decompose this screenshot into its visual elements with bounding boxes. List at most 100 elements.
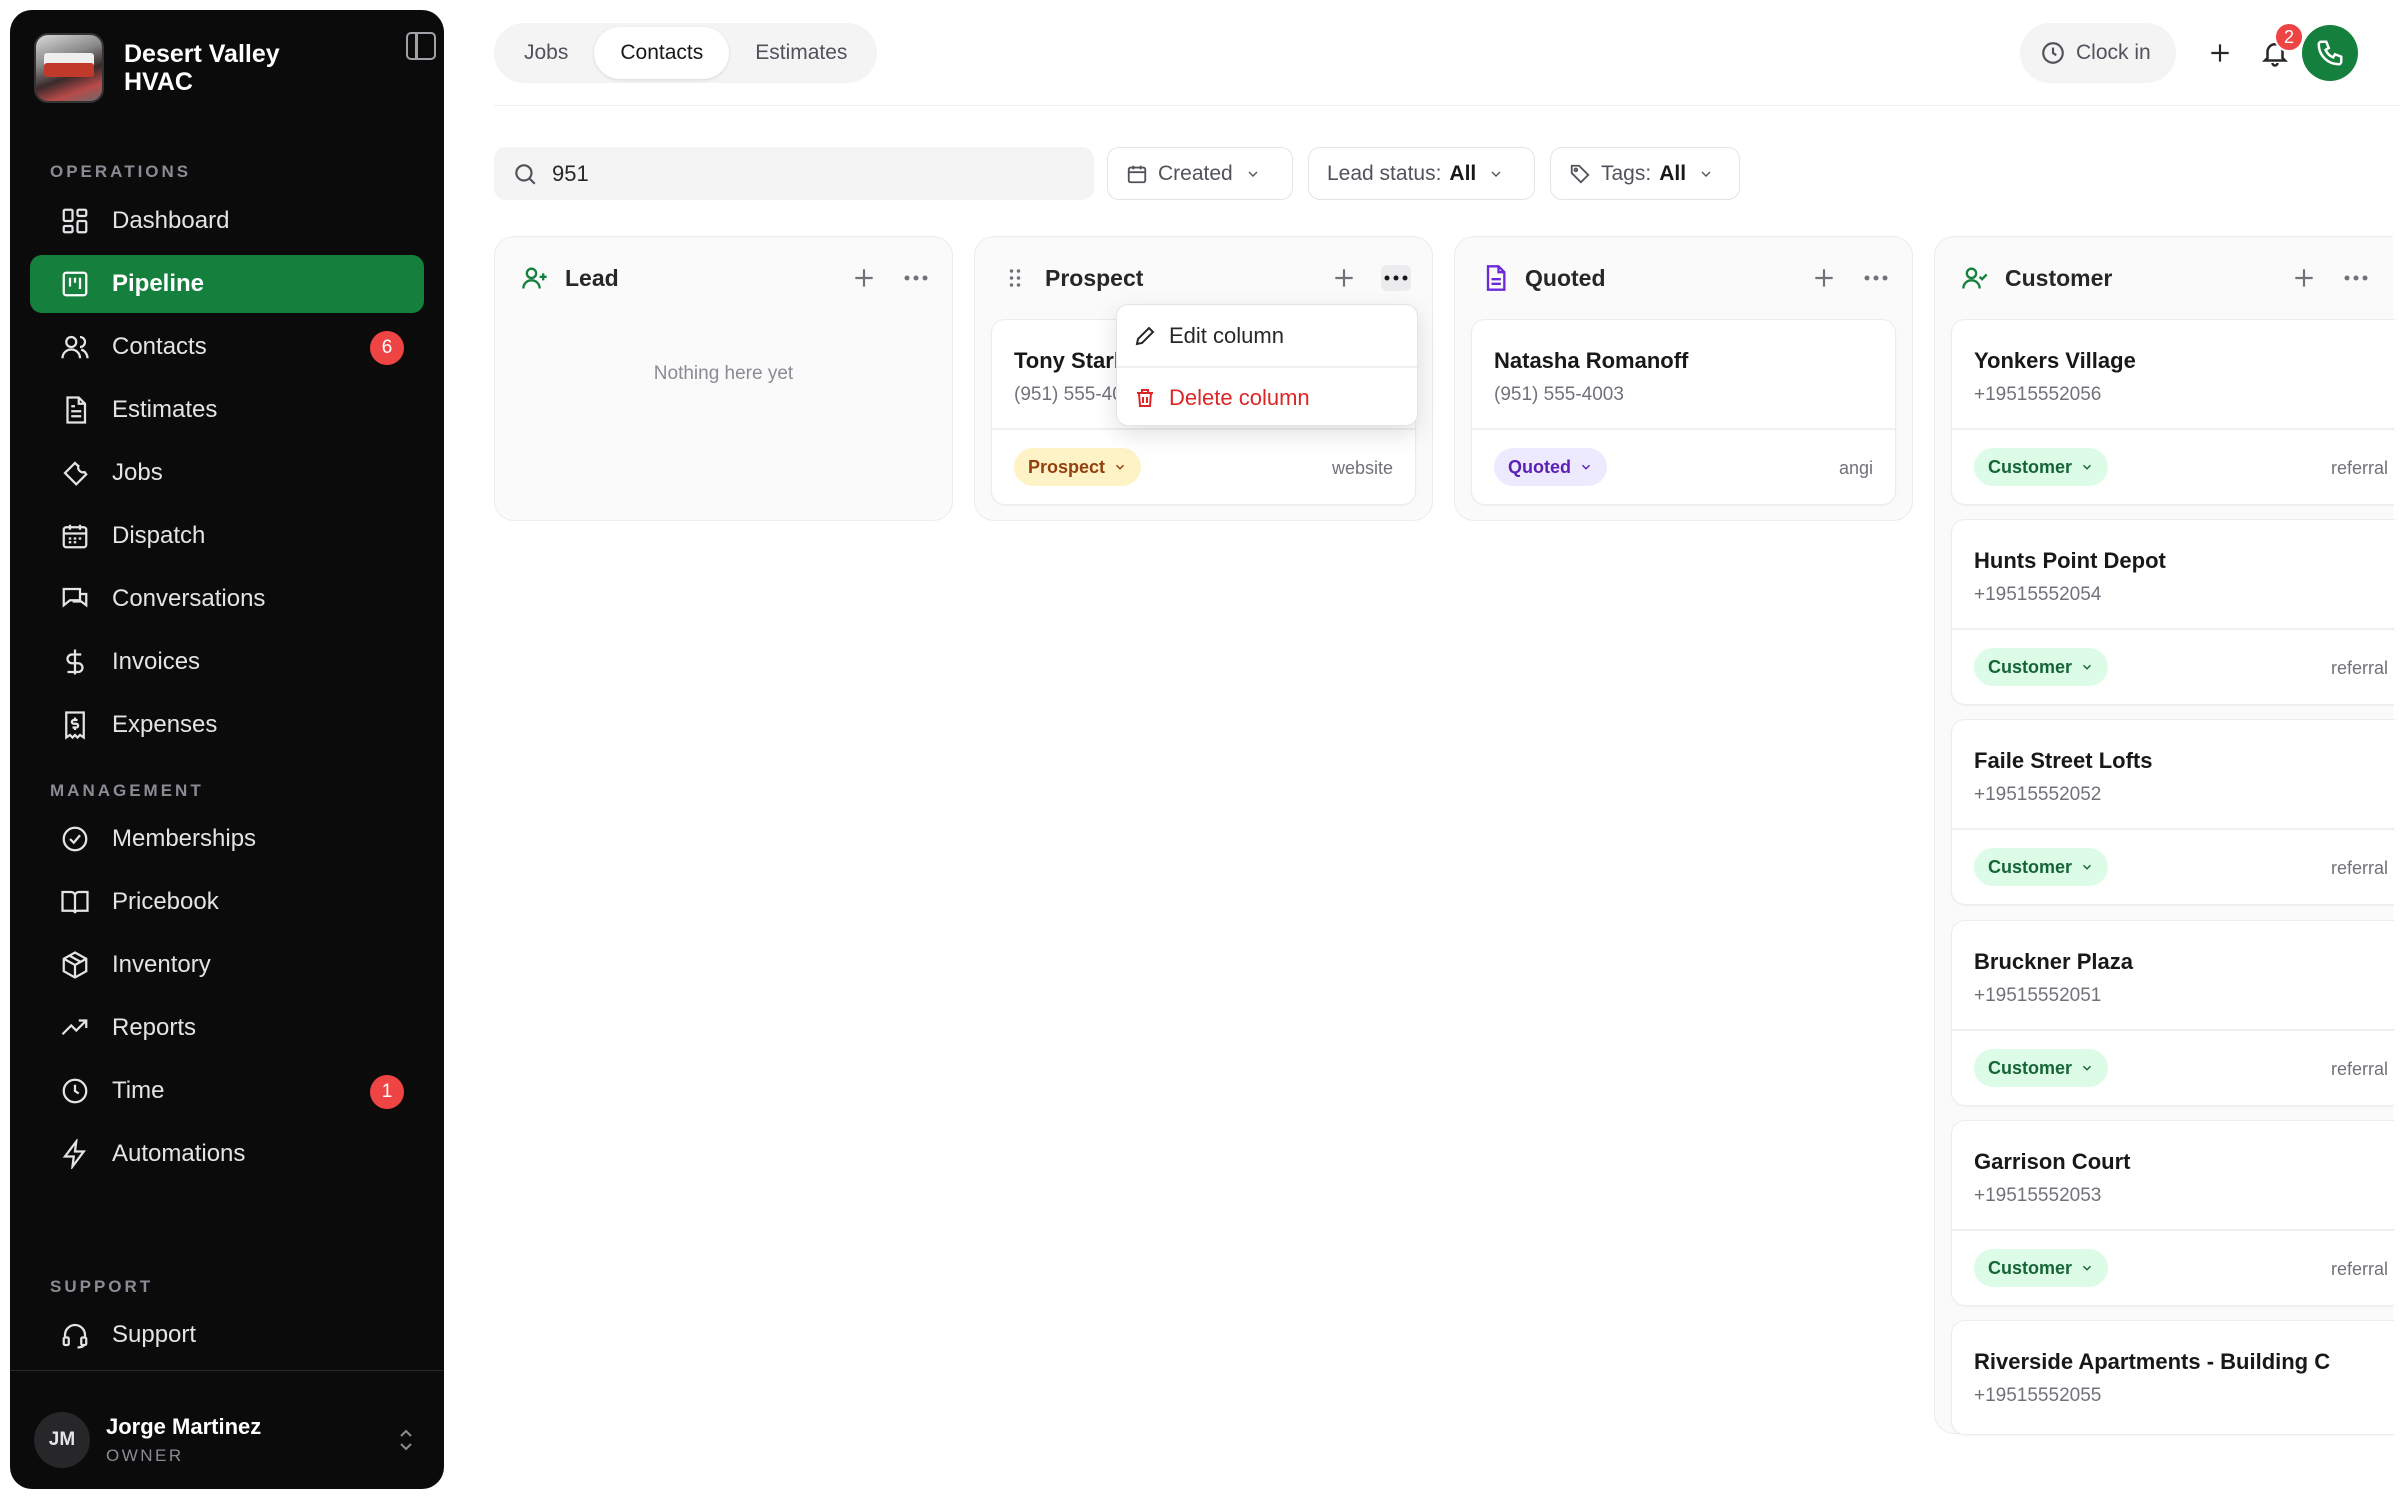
chevron-down-icon [2083,464,2092,470]
contact-card[interactable]: Faile Street Lofts +19515552052 Customer… [1951,719,2394,905]
status-pill[interactable]: Customer [1974,1049,2109,1087]
contacts-icon [60,332,90,362]
headset-icon [60,1320,90,1350]
dollar-icon [60,647,90,677]
chevron-down-icon [2083,1065,2092,1071]
contact-card[interactable]: Hunts Point Depot +19515552054 Customer … [1951,519,2394,705]
pipeline-icon [60,269,90,299]
more-options-icon[interactable] [2341,265,2371,291]
sidebar-item-pricebook[interactable]: Pricebook [30,873,424,931]
created-filter-label: Created [1158,161,1233,185]
sidebar-item-memberships[interactable]: Memberships [30,810,424,868]
chevron-down-icon [1581,464,1591,470]
lead-source: website [1331,458,1393,478]
phone-button[interactable] [2302,25,2358,81]
tags-filter[interactable]: Tags: All [1550,147,1740,200]
lead-source: referral [2330,1259,2388,1279]
contact-phone: +19515552056 [1974,384,2102,405]
sidebar-item-label: Memberships [112,825,257,852]
plus-icon [2211,44,2229,62]
card-divider [992,428,1415,430]
delete-column-menu-item[interactable]: Delete column [1117,369,1417,427]
add-card-icon[interactable] [2291,265,2317,291]
card-divider [1952,628,2394,630]
status-pill[interactable]: Customer [1974,1249,2109,1287]
search-input[interactable] [552,160,1052,187]
column-title: Lead [565,264,619,291]
chevron-down-icon [1116,464,1125,470]
drag-handle-icon[interactable] [1001,264,1029,292]
sidebar-item-dashboard[interactable]: Dashboard [30,192,424,250]
status-pill[interactable]: Customer [1974,648,2109,686]
lead-source: angi [1838,458,1873,478]
status-label: Customer [1988,1057,2073,1078]
status-pill[interactable]: Customer [1974,848,2109,886]
brand[interactable]: Desert Valley HVAC [34,32,424,104]
sidebar-item-expenses[interactable]: Expenses [30,696,424,754]
chevron-down-icon [1701,171,1711,177]
clock-in-button[interactable]: Clock in [2020,23,2176,83]
tab-jobs[interactable]: Jobs [498,27,594,79]
column-title: Customer [2005,264,2113,291]
receipt-icon [60,710,90,740]
contact-phone: +19515552055 [1974,1385,2102,1406]
sidebar-item-time[interactable]: Time 1 [30,1062,424,1120]
sidebar-item-label: Inventory [112,951,211,978]
more-options-icon[interactable] [1861,265,1891,291]
contact-name: Bruckner Plaza [1974,949,2133,974]
status-pill[interactable]: Customer [1974,448,2109,486]
contact-phone: +19515552053 [1974,1185,2102,1206]
more-options-icon[interactable] [901,265,931,291]
lead-source: referral [2330,458,2388,478]
sidebar-item-reports[interactable]: Reports [30,999,424,1057]
add-card-icon[interactable] [851,265,877,291]
wrench-icon [60,458,90,488]
tag-icon [1570,164,1590,184]
sidebar-item-dispatch[interactable]: Dispatch [30,507,424,565]
lead-source: referral [2330,1059,2388,1079]
sidebar-collapse-icon[interactable] [406,32,436,60]
contact-card[interactable]: Natasha Romanoff (951) 555-4003 Quoted a… [1471,319,1896,505]
sidebar-item-invoices[interactable]: Invoices [30,633,424,691]
edit-column-menu-item[interactable]: Edit column [1117,307,1417,365]
sidebar-item-automations[interactable]: Automations [30,1125,424,1183]
add-card-icon[interactable] [1331,265,1357,291]
chat-icon [60,584,90,614]
user-divider [10,1370,444,1371]
menu-divider [1117,366,1417,368]
sidebar-item-contacts[interactable]: Contacts 6 [30,318,424,376]
calendar-icon [60,521,90,551]
lead-source: referral [2330,858,2388,878]
contact-name: Garrison Court [1974,1149,2131,1174]
sidebar-item-pipeline[interactable]: Pipeline [30,255,424,313]
tags-value: All [1659,161,1687,185]
tab-contacts[interactable]: Contacts [594,27,730,79]
user-role: OWNER [106,1446,184,1465]
sidebar-item-inventory[interactable]: Inventory [30,936,424,994]
trend-icon [60,1013,90,1043]
add-button[interactable] [2190,23,2250,83]
contact-card[interactable]: Garrison Court +19515552053 Customer ref… [1951,1120,2394,1306]
status-pill[interactable]: Quoted [1494,448,1607,486]
pipeline-tabs: Jobs Contacts Estimates [494,23,878,83]
lead-status-filter[interactable]: Lead status: All [1308,147,1535,200]
status-pill[interactable]: Prospect [1014,448,1142,486]
sidebar-item-support[interactable]: Support [30,1306,424,1364]
company-logo [34,33,104,103]
sidebar-item-jobs[interactable]: Jobs [30,444,424,502]
card-divider [1952,828,2394,830]
user-check-icon [1961,264,1989,292]
add-card-icon[interactable] [1811,265,1837,291]
created-filter[interactable]: Created [1107,147,1293,200]
contact-card[interactable]: Riverside Apartments - Building C +19515… [1951,1320,2394,1435]
trash-icon [1137,389,1153,407]
user-menu[interactable]: JM Jorge Martinez OWNER [34,1402,424,1478]
company-name: Desert Valley HVAC [124,40,280,96]
tab-estimates[interactable]: Estimates [729,27,873,79]
more-options-icon[interactable] [1381,265,1411,291]
contact-card[interactable]: Bruckner Plaza +19515552051 Customer ref… [1951,920,2394,1106]
contact-card[interactable]: Yonkers Village +19515552056 Customer re… [1951,319,2394,505]
sidebar-item-estimates[interactable]: Estimates [30,381,424,439]
sidebar-item-conversations[interactable]: Conversations [30,570,424,628]
column-quoted: Quoted Natasha Romanoff (951) 555-4003 Q… [1454,236,1913,521]
